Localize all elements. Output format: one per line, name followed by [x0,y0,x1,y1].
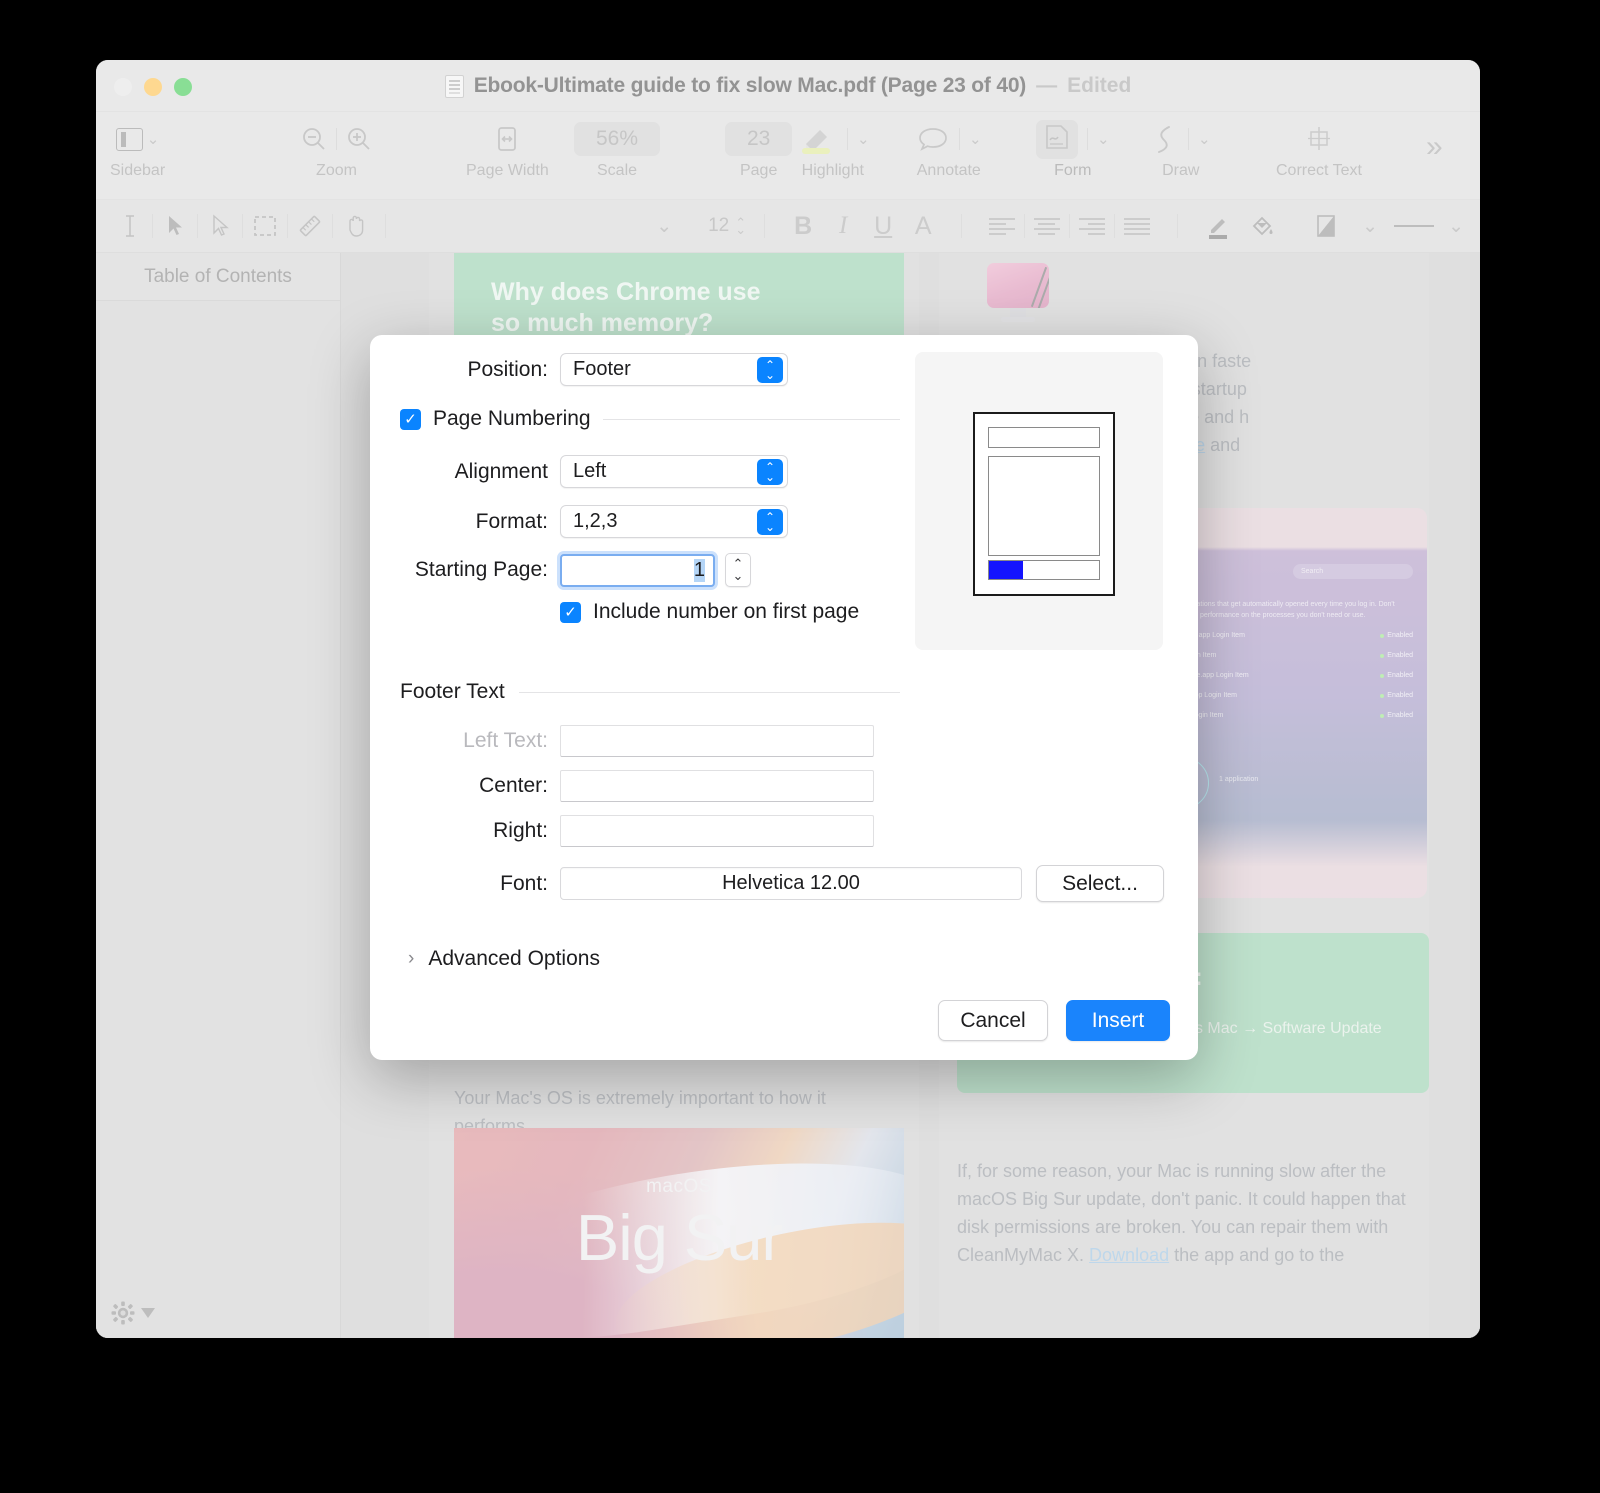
include-first-page-label: Include number on first page [593,600,859,624]
insert-button[interactable]: Insert [1066,1000,1170,1041]
starting-page-input[interactable]: 1 [560,554,715,587]
preview-page [973,412,1115,596]
alignment-select[interactable]: Left ⌃⌄ [560,455,788,488]
alignment-row: Alignment Left ⌃⌄ [400,455,820,488]
right-text-label: Right: [400,819,548,843]
position-value: Footer [573,358,631,381]
position-label: Position: [400,358,548,382]
footer-text-section: Footer Text [400,680,900,704]
font-value: Helvetica 12.00 [722,872,860,895]
footer-text-title: Footer Text [400,680,505,704]
section-divider [603,419,900,420]
font-value-field[interactable]: Helvetica 12.00 [560,867,1022,900]
chevron-right-icon[interactable]: › [408,948,414,970]
starting-page-row: Starting Page: 1 ⌃ ⌄ [400,553,850,587]
left-text-row: Left Text: [400,725,910,757]
font-select-button[interactable]: Select... [1036,865,1164,902]
preview-header-region [988,427,1100,448]
starting-page-stepper[interactable]: ⌃ ⌄ [725,553,751,587]
starting-page-value: 1 [694,559,705,582]
position-chevron-updown-icon[interactable]: ⌃⌄ [757,357,783,383]
format-label: Format: [400,510,548,534]
cancel-button[interactable]: Cancel [938,1000,1048,1041]
left-text-label: Left Text: [400,729,548,753]
alignment-chevron-updown-icon[interactable]: ⌃⌄ [757,459,783,485]
alignment-value: Left [573,460,606,483]
position-row: Position: Footer ⌃⌄ [400,353,820,386]
font-row: Font: Helvetica 12.00 Select... [400,865,1170,902]
right-text-row: Right: [400,815,910,847]
alignment-label: Alignment [400,460,548,484]
page-numbering-checkbox[interactable]: ✓ [400,409,421,430]
page-numbering-label: Page Numbering [433,407,591,431]
preview-footer-region [988,560,1100,580]
center-text-row: Center: [400,770,910,802]
format-row: Format: 1,2,3 ⌃⌄ [400,505,820,538]
left-text-input[interactable] [560,725,874,757]
header-footer-dialog: Position: Footer ⌃⌄ ✓ Page Numbering Ali… [370,335,1198,1060]
starting-page-label: Starting Page: [400,558,548,582]
preview-body-region [988,456,1100,556]
advanced-options-label: Advanced Options [428,947,600,971]
include-first-page-row: ✓ Include number on first page [560,600,859,624]
preview-app-window: Ebook-Ultimate guide to fix slow Mac.pdf… [96,60,1480,1338]
advanced-options-toggle[interactable]: › Advanced Options [408,947,600,971]
center-text-input[interactable] [560,770,874,802]
footer-section-divider [519,692,900,693]
position-select[interactable]: Footer ⌃⌄ [560,353,788,386]
page-layout-preview [915,352,1163,650]
page-numbering-section: ✓ Page Numbering [400,407,900,431]
format-value: 1,2,3 [573,510,617,533]
include-first-page-checkbox[interactable]: ✓ [560,602,581,623]
right-text-input[interactable] [560,815,874,847]
font-label: Font: [400,872,548,896]
format-chevron-updown-icon[interactable]: ⌃⌄ [757,509,783,535]
format-select[interactable]: 1,2,3 ⌃⌄ [560,505,788,538]
preview-footer-active-zone [989,561,1023,579]
center-text-label: Center: [400,774,548,798]
starting-page-down-icon[interactable]: ⌄ [733,570,744,582]
